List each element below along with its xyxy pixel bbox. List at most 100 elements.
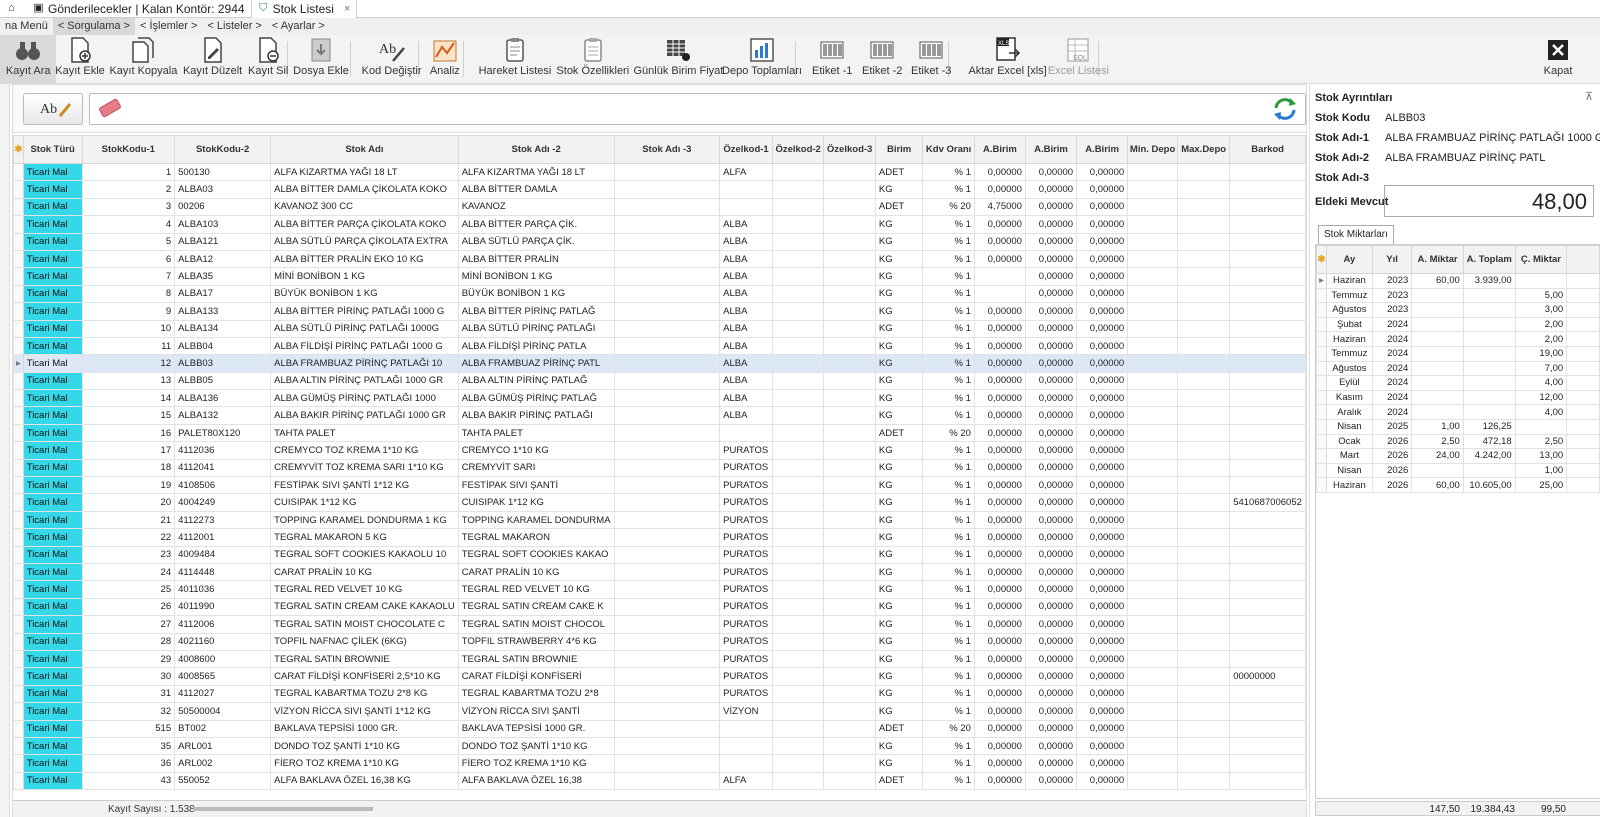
table-cell[interactable]: 0,00000 [973,389,1026,408]
table-cell[interactable]: 0,00000 [1076,232,1129,251]
table-cell[interactable] [1127,215,1179,234]
table-cell[interactable]: 0,00000 [1024,232,1078,251]
table-cell[interactable]: 0,00000 [1024,719,1078,738]
table-cell[interactable]: 0,00000 [1076,545,1129,564]
table-cell[interactable] [1127,719,1179,738]
table-cell[interactable]: % 1 [922,528,975,547]
table-cell[interactable]: Ticari Mal [22,354,83,373]
table-cell[interactable]: % 1 [922,319,975,338]
stock-table-viewport[interactable]: ✱ Stok Türü StokKodu-1 StokKodu-2 Stok Adı St… [13,135,1306,800]
table-cell[interactable] [771,562,825,582]
table-cell[interactable] [823,389,876,408]
table-cell[interactable]: 12,00 [1514,389,1568,406]
table-cell[interactable]: % 1 [922,493,975,512]
table-cell[interactable] [1229,458,1306,478]
table-row[interactable]: Ticari Mal 30 4008565 CARAT FİLDİŞİ KONFİSE… [13,667,1306,686]
table-cell[interactable] [613,215,721,234]
table-cell[interactable]: 0,00000 [1076,632,1129,651]
table-cell[interactable]: 0,00000 [1076,528,1129,547]
table-cell[interactable]: 31 [81,684,176,704]
table-cell[interactable]: 0,00000 [1076,389,1129,408]
table-cell[interactable]: 0,00000 [1024,580,1078,599]
table-cell[interactable]: 13 [81,371,176,391]
table-cell[interactable]: 0,00000 [973,719,1026,738]
table-cell[interactable] [771,232,825,251]
table-cell[interactable]: KG [874,510,924,530]
table-cell[interactable] [823,354,876,373]
table-cell[interactable]: 0,00000 [1024,632,1078,651]
table-cell[interactable]: 2,00 [1514,316,1568,333]
table-cell[interactable] [1177,336,1231,356]
table-cell[interactable]: PURATOS [719,649,773,669]
table-cell[interactable] [1462,389,1516,406]
table-cell[interactable] [1127,736,1179,756]
table-cell[interactable] [1229,389,1306,408]
table-cell[interactable] [1229,302,1306,321]
table-cell[interactable] [823,319,876,338]
table-cell[interactable]: 0,00000 [1076,597,1129,617]
table-cell[interactable] [771,441,825,460]
table-cell[interactable] [1127,371,1179,391]
table-cell[interactable]: Ticari Mal [22,249,83,269]
table-cell[interactable]: FESTİPAK SIVI ŞANTİ 1*12 KG [270,476,459,495]
table-cell[interactable] [1127,319,1179,338]
table-cell[interactable]: % 1 [922,562,975,582]
table-cell[interactable]: 13,00 [1514,448,1568,464]
table-cell[interactable] [1127,423,1179,443]
table-cell[interactable]: % 20 [922,197,975,217]
table-cell[interactable]: 4112001 [174,528,272,547]
table-cell[interactable]: ALBA [719,406,773,425]
table-cell[interactable]: 0,00000 [1024,667,1078,686]
table-cell[interactable] [1177,284,1231,304]
table-cell[interactable]: ALBA SÜTLÜ PİRİNÇ PATLAĞI [457,319,615,338]
table-cell[interactable] [771,319,825,338]
table-cell[interactable] [1127,667,1179,686]
table-cell[interactable] [973,267,1026,286]
table-cell[interactable]: CUISIPAK 1*12 KG [457,493,615,512]
table-cell[interactable]: Ticari Mal [22,180,83,199]
table-cell[interactable] [613,510,721,530]
table-cell[interactable]: 0,00000 [1076,580,1129,599]
table-cell[interactable]: 17 [81,441,176,460]
table-cell[interactable]: ALBB03 [174,354,272,373]
table-cell[interactable] [1177,215,1231,234]
menu-item-0[interactable]: na Menü [0,18,53,35]
toolbar-button-13[interactable]: Etiket -2 [854,35,910,84]
table-cell[interactable] [1229,162,1306,182]
table-cell[interactable]: CUISIPAK 1*12 KG [270,493,459,512]
table-cell[interactable]: ALBA [719,371,773,391]
table-cell[interactable]: Kasım [1325,389,1373,406]
table-cell[interactable]: Temmuz [1325,345,1373,362]
table-cell[interactable]: Ticari Mal [22,162,83,182]
table-cell[interactable]: 24 [81,562,176,582]
table-cell[interactable]: 0,00000 [973,754,1026,773]
table-cell[interactable]: KG [874,597,924,617]
table-cell[interactable]: ALBA FRAMBUAZ PİRİNÇ PATLAĞI 10 [270,354,459,373]
grid-search-bar[interactable] [89,93,1306,125]
table-cell[interactable] [1177,371,1231,391]
table-cell[interactable] [719,423,773,443]
table-cell[interactable]: 0,00000 [1076,162,1129,182]
table-cell[interactable] [1127,528,1179,547]
table-cell[interactable]: 0,00000 [973,528,1026,547]
table-cell[interactable]: KG [874,267,924,286]
table-row[interactable]: Ticari Mal 1 500130 ALFA KIZARTMA YAĞI 18 L… [13,162,1306,182]
table-cell[interactable]: CARAT PRALİN 10 KG [270,562,459,582]
table-cell[interactable] [973,284,1026,304]
table-cell[interactable]: ALBA FRAMBUAZ PİRİNÇ PATL [457,354,615,373]
table-cell[interactable]: 19 [81,476,176,495]
table-cell[interactable]: Ağustos [1325,302,1373,318]
table-cell[interactable]: Ticari Mal [22,232,83,251]
table-cell[interactable] [1127,580,1179,599]
table-cell[interactable]: 0,00000 [1024,406,1078,425]
table-cell[interactable]: 00000000 [1229,667,1306,686]
table-cell[interactable] [1127,336,1179,356]
table-cell[interactable]: Ticari Mal [22,389,83,408]
table-cell[interactable]: PURATOS [719,597,773,617]
table-cell[interactable]: KG [874,284,924,304]
menu-item-3[interactable]: < Listeler > [202,18,266,35]
table-row[interactable]: Ticari Mal 10 ALBA134 ALBA SÜTLÜ PİRİNÇ PAT… [13,319,1306,338]
table-cell[interactable] [1177,771,1231,791]
table-cell[interactable] [823,597,876,617]
table-row[interactable]: Ticari Mal 3 00206 KAVANOZ 300 CC KAVANOZ ADE… [13,197,1306,217]
